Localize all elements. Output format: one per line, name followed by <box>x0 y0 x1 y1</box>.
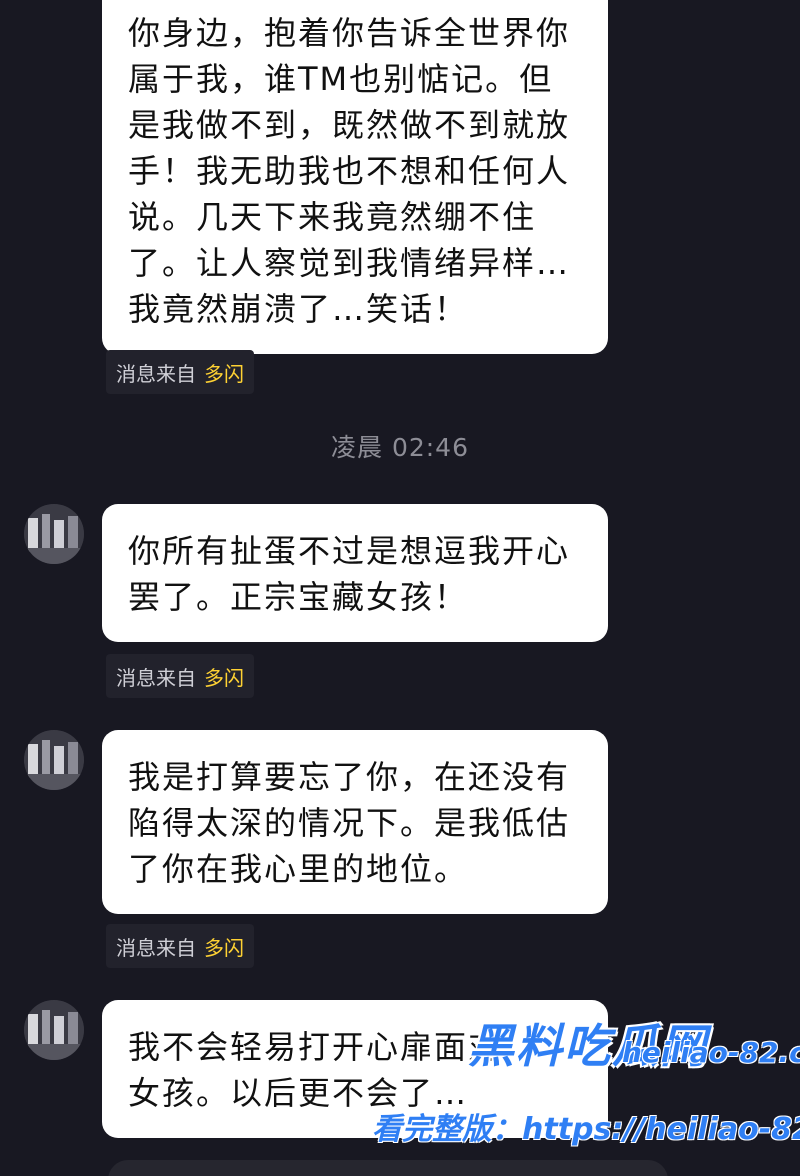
source-app-name[interactable]: 多闪 <box>204 358 244 387</box>
avatar[interactable] <box>24 504 84 564</box>
timestamp-separator: 凌晨 02:46 <box>331 433 469 462</box>
source-label: 消息来自 <box>116 665 196 690</box>
watermark: 黑料吃瓜网 heiliao-82.com 看完整版：https://heilia… <box>372 1010 800 1170</box>
avatar-photo-icon <box>24 730 84 790</box>
watermark-url: heiliao-82.com <box>622 1036 800 1069</box>
chat-screen: 你身边，抱着你告诉全世界你 属于我，谁TM也别惦记。但 是我做不到，既然做不到就… <box>0 0 800 1176</box>
message-bubble[interactable]: 你所有扯蛋不过是想逗我开心 罢了。正宗宝藏女孩！ <box>102 504 608 642</box>
watermark-full-link: 看完整版：https://heiliao-82.com <box>372 1112 800 1147</box>
avatar-photo-icon <box>24 504 84 564</box>
message-bubble[interactable]: 我是打算要忘了你，在还没有 陷得太深的情况下。是我低估 了你在我心里的地位。 <box>102 730 608 914</box>
source-app-name[interactable]: 多闪 <box>204 662 244 691</box>
avatar-photo-icon <box>24 1000 84 1060</box>
message-source-tag[interactable]: 消息来自 多闪 <box>106 350 254 394</box>
avatar[interactable] <box>24 730 84 790</box>
source-app-name[interactable]: 多闪 <box>204 932 244 961</box>
message-source-tag[interactable]: 消息来自 多闪 <box>106 654 254 698</box>
source-label: 消息来自 <box>116 935 196 960</box>
message-source-tag[interactable]: 消息来自 多闪 <box>106 924 254 968</box>
avatar[interactable] <box>24 1000 84 1060</box>
message-bubble[interactable]: 你身边，抱着你告诉全世界你 属于我，谁TM也别惦记。但 是我做不到，既然做不到就… <box>102 0 608 354</box>
source-label: 消息来自 <box>116 361 196 386</box>
